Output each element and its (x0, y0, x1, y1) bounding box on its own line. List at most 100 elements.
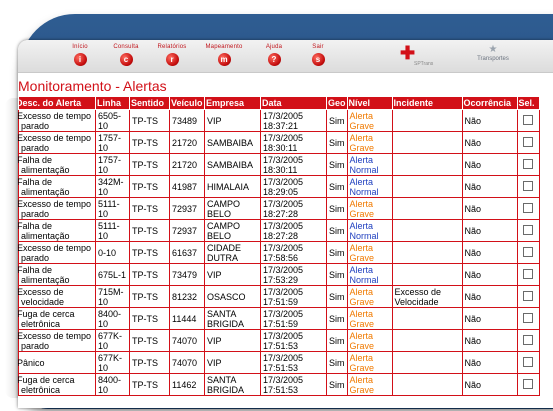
cell-linha: 675L-1 (95, 263, 130, 286)
cell-ocorrencia: Não (461, 263, 518, 286)
cell-ocorrencia: Não (461, 307, 518, 330)
select-checkbox[interactable] (523, 180, 534, 191)
column-header[interactable]: Geo (326, 96, 348, 110)
cell-sentido: TP-TS (129, 241, 170, 264)
table-row[interactable]: Excesso de tempo parado 5111-10 TP-TS 72937… (18, 197, 540, 220)
cell-desc: Fuga de cerca eletrônica (18, 307, 96, 330)
transportes-logo: ★ Transportes (463, 45, 523, 67)
table-row[interactable]: Pânico 677K-10 TP-TS 74070 VIP 17/3/2005 17:5… (18, 351, 540, 374)
cell-veiculo: 81232 (169, 285, 205, 308)
cell-veiculo: 41987 (169, 175, 205, 198)
cell-geo: Sim (326, 373, 348, 396)
table-row[interactable]: Excesso de velocidade 715M-10 TP-TS 81232 OS… (18, 285, 540, 308)
select-checkbox[interactable] (523, 158, 534, 169)
cell-incidente: Excesso de Velocidade (391, 285, 463, 308)
toolbar: Início i Consulta c Relatórios r Mapeame… (18, 40, 553, 73)
cell-linha: 677K-10 (95, 329, 130, 352)
select-checkbox[interactable] (523, 136, 534, 147)
cell-desc: Excesso de tempo parado (18, 197, 96, 220)
cell-sel (516, 131, 540, 154)
toolbar-label: Sair (312, 44, 324, 50)
table-row[interactable]: Excesso de tempo parado 6505-10 TP-TS 73489… (18, 109, 540, 132)
cell-data: 17/3/2005 17:51:53 (260, 329, 327, 352)
table-row[interactable]: Falha de alimentação 1757-10 TP-TS 21720 SAM… (18, 153, 540, 176)
cell-data: 17/3/2005 18:29:05 (260, 175, 327, 198)
select-checkbox[interactable] (523, 224, 534, 235)
cell-desc: Excesso de tempo parado (18, 241, 96, 264)
column-header[interactable]: Linha (95, 96, 130, 110)
cell-geo: Sim (326, 329, 348, 352)
star-icon: ★ (488, 44, 498, 55)
cell-nivel: Alerta Normal (346, 153, 393, 176)
select-checkbox[interactable] (523, 268, 534, 279)
cell-empresa: OSASCO (204, 285, 261, 308)
column-header[interactable]: Desc. do Alerta (18, 96, 96, 110)
cell-geo: Sim (326, 351, 348, 374)
cell-sel (516, 351, 540, 374)
cell-empresa: HIMALAIA (204, 175, 261, 198)
cell-geo: Sim (326, 219, 348, 242)
select-checkbox[interactable] (523, 312, 534, 323)
table-row[interactable]: Falha de alimentação 5111-10 TP-TS 72937 CAM… (18, 219, 540, 242)
table-row[interactable]: Falha de alimentação 342M-10 TP-TS 41987 HIM… (18, 175, 540, 198)
cell-ocorrencia: Não (461, 153, 518, 176)
cell-geo: Sim (326, 131, 348, 154)
cell-ocorrencia: Não (461, 373, 518, 396)
table-row[interactable]: Falha de alimentação 675L-1 TP-TS 73479 VIP 1… (18, 263, 540, 286)
select-checkbox[interactable] (523, 114, 534, 125)
column-header[interactable]: Empresa (204, 96, 261, 110)
toolbar-label: Relatórios (157, 44, 187, 50)
select-checkbox[interactable] (523, 334, 534, 345)
cell-ocorrencia: Não (461, 131, 518, 154)
cell-incidente (391, 131, 463, 154)
column-header[interactable]: Sel. (516, 96, 540, 110)
cell-linha: 1757-10 (95, 131, 130, 154)
report-icon: r (165, 53, 179, 66)
select-checkbox[interactable] (523, 290, 534, 301)
select-checkbox[interactable] (523, 202, 534, 213)
column-header[interactable]: Incidente (391, 96, 463, 110)
cell-nivel: Alerta Normal (346, 263, 393, 286)
cell-empresa: VIP (204, 109, 261, 132)
toolbar-item-relatorios[interactable]: Relatórios r (144, 44, 200, 71)
column-header[interactable]: Data (260, 96, 327, 110)
cell-sentido: TP-TS (129, 263, 170, 286)
cell-linha: 0-10 (95, 241, 130, 264)
toolbar-item-mapeamento[interactable]: Mapeamento m (196, 44, 252, 71)
cell-veiculo: 72937 (169, 197, 205, 220)
cell-incidente (391, 263, 463, 286)
select-checkbox[interactable] (523, 246, 534, 257)
cell-incidente (391, 175, 463, 198)
cell-incidente (391, 307, 463, 330)
column-header[interactable]: Nível (346, 96, 393, 110)
cell-incidente (391, 241, 463, 264)
cell-empresa: CAMPO BELO (204, 219, 261, 242)
cell-sel (516, 219, 540, 242)
cell-incidente (391, 109, 463, 132)
cell-linha: 342M-10 (95, 175, 130, 198)
table-row[interactable]: Fuga de cerca eletrônica 8400-10 TP-TS 1144… (18, 307, 540, 330)
cell-veiculo: 74070 (169, 351, 205, 374)
cell-geo: Sim (326, 109, 348, 132)
column-header[interactable]: Ocorrência (461, 96, 518, 110)
alerts-table-container: Desc. do Alerta Linha Sentido Veículo Empres… (18, 96, 553, 396)
table-row[interactable]: Excesso de tempo parado 1757-10 TP-TS 21720… (18, 131, 540, 154)
column-header[interactable]: Sentido (129, 96, 170, 110)
cell-desc: Excesso de velocidade (18, 285, 96, 308)
toolbar-item-sair[interactable]: Sair s (290, 44, 346, 71)
table-row[interactable]: Excesso de tempo parado 677K-10 TP-TS 74070… (18, 329, 540, 352)
cell-ocorrencia: Não (461, 329, 518, 352)
table-row[interactable]: Excesso de tempo parado 0-10 TP-TS 61637 CID… (18, 241, 540, 264)
table-row[interactable]: Fuga de cerca eletrônica 8400-10 TP-TS 1146… (18, 373, 540, 396)
cell-linha: 677K-10 (95, 351, 130, 374)
cell-incidente (391, 351, 463, 374)
cell-nivel: Alerta Grave (346, 131, 393, 154)
cell-sentido: TP-TS (129, 307, 170, 330)
cell-ocorrencia: Não (461, 241, 518, 264)
cell-empresa: VIP (204, 351, 261, 374)
cell-data: 17/3/2005 18:37:21 (260, 109, 327, 132)
cell-sel (516, 175, 540, 198)
select-checkbox[interactable] (523, 356, 534, 367)
column-header[interactable]: Veículo (169, 96, 205, 110)
select-checkbox[interactable] (523, 378, 534, 389)
